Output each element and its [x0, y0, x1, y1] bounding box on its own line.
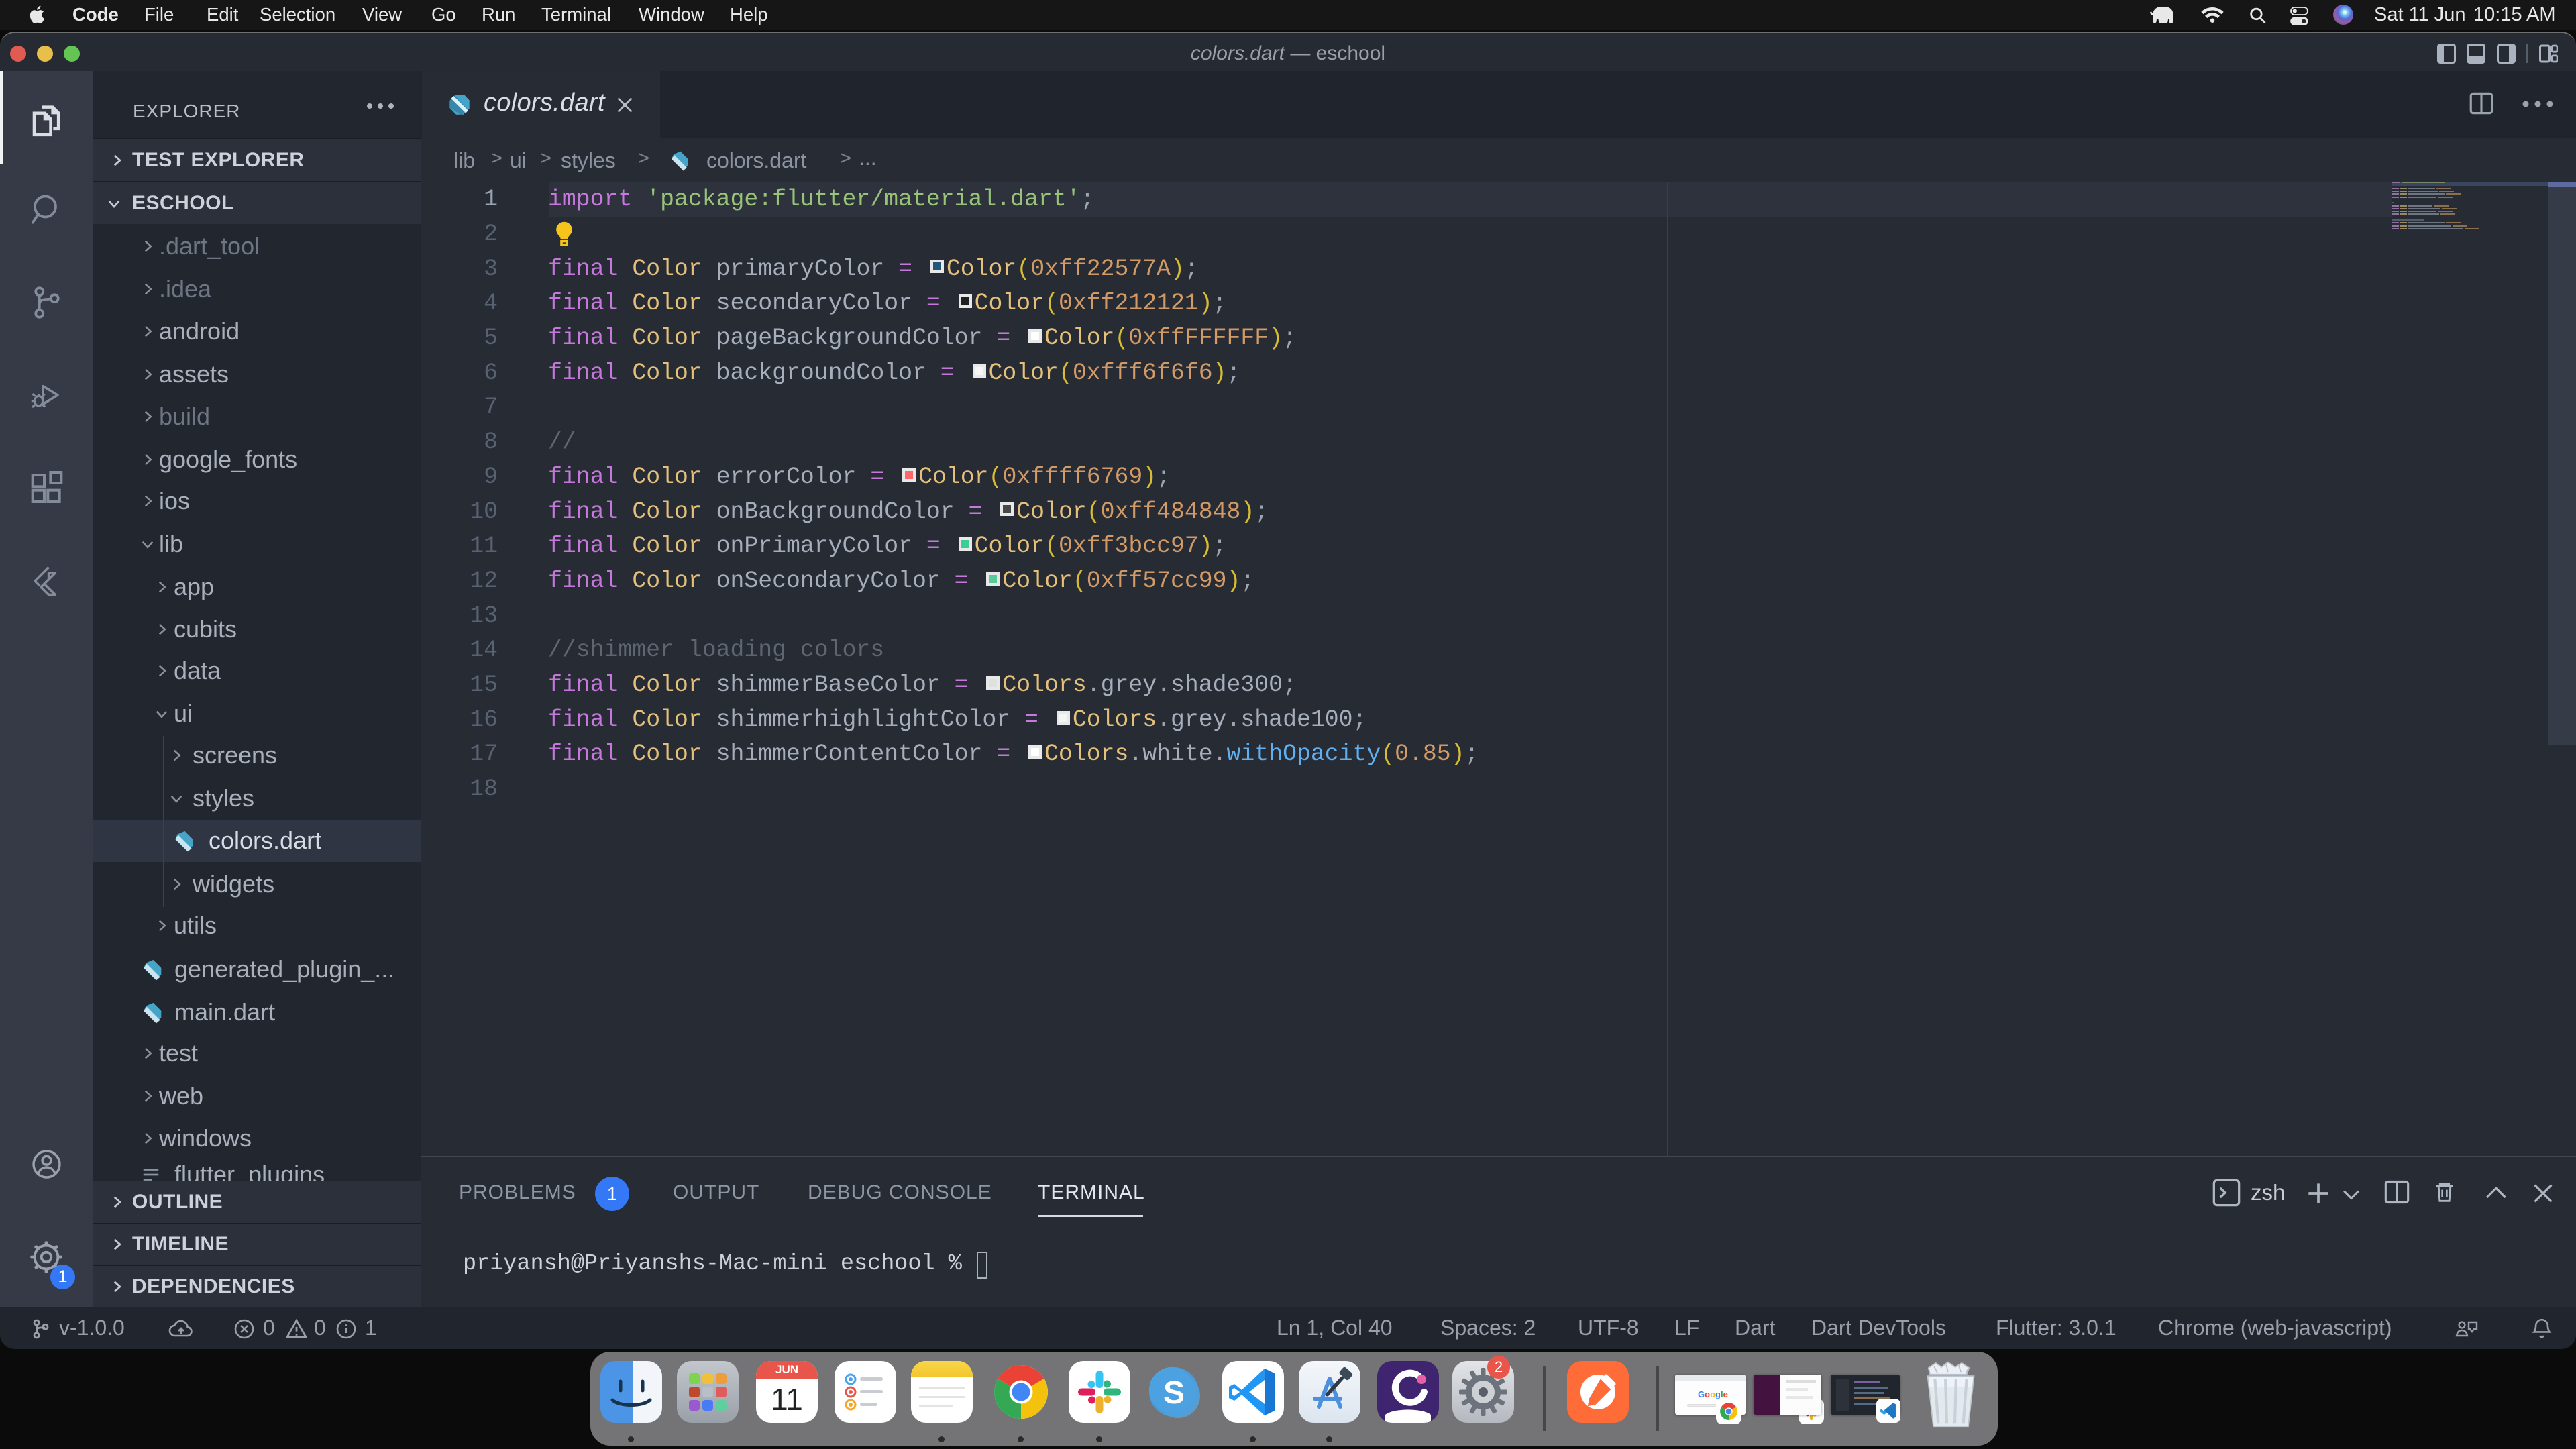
svg-text:S: S — [1163, 1375, 1185, 1411]
